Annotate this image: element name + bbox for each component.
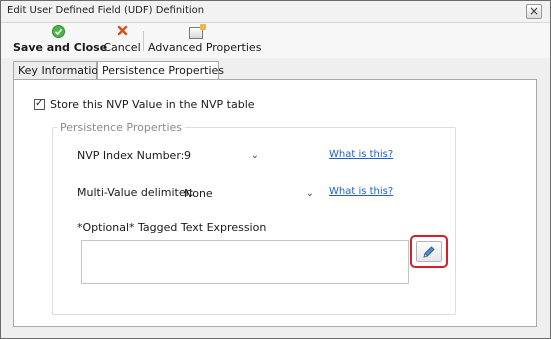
tagged-text-input[interactable] [81, 240, 409, 284]
properties-icon [148, 24, 244, 41]
window-title: Edit User Defined Field (UDF) Definition [7, 5, 205, 16]
multi-value-value: None [184, 187, 213, 200]
save-and-close-label: Save and Close [13, 41, 108, 54]
persistence-properties-panel: Store this NVP Value in the NVP table Pe… [13, 79, 537, 327]
save-and-close-button[interactable]: Save and Close [13, 23, 108, 57]
tab-persistence-properties[interactable]: Persistence Properties [97, 61, 224, 81]
group-title: Persistence Properties [57, 121, 186, 134]
store-nvp-checkbox[interactable] [34, 98, 45, 110]
nvp-index-label: NVP Index Number: [77, 149, 185, 162]
tagged-text-label: *Optional* Tagged Text Expression [77, 221, 267, 234]
close-button[interactable]: × [526, 4, 542, 19]
pencil-icon [422, 245, 436, 258]
chevron-down-icon: ⌄ [250, 150, 259, 161]
cancel-button[interactable]: Cancel [103, 23, 141, 57]
nvp-index-value: 9 [184, 149, 191, 162]
chevron-down-icon: ⌄ [305, 188, 314, 199]
store-nvp-row: Store this NVP Value in the NVP table [34, 98, 255, 111]
title-bar: Edit User Defined Field (UDF) Definition… [1, 1, 550, 23]
udf-definition-dialog: Edit User Defined Field (UDF) Definition… [0, 0, 551, 339]
check-circle-icon [13, 25, 103, 41]
edit-expression-button-face [416, 241, 442, 262]
store-nvp-label: Store this NVP Value in the NVP table [50, 98, 255, 111]
tab-key-information[interactable]: Key Information [13, 61, 105, 80]
advanced-properties-label: Advanced Properties [148, 41, 262, 54]
toolbar-separator [143, 31, 144, 51]
cancel-label: Cancel [103, 41, 141, 54]
nvp-index-help-link[interactable]: What is this? [329, 149, 393, 160]
x-icon [103, 25, 141, 41]
multi-value-select[interactable]: None ⌄ [182, 185, 316, 202]
multi-value-help-link[interactable]: What is this? [329, 186, 393, 197]
advanced-properties-button[interactable]: Advanced Properties [148, 23, 262, 57]
toolbar: Save and Close Cancel Advanced Propertie… [1, 23, 550, 58]
multi-value-label: Multi-Value delimiter: [77, 186, 194, 199]
persistence-group-box: Persistence Properties NVP Index Number:… [52, 121, 456, 315]
nvp-index-select[interactable]: 9 ⌄ [182, 147, 261, 164]
edit-expression-button[interactable] [410, 235, 448, 268]
